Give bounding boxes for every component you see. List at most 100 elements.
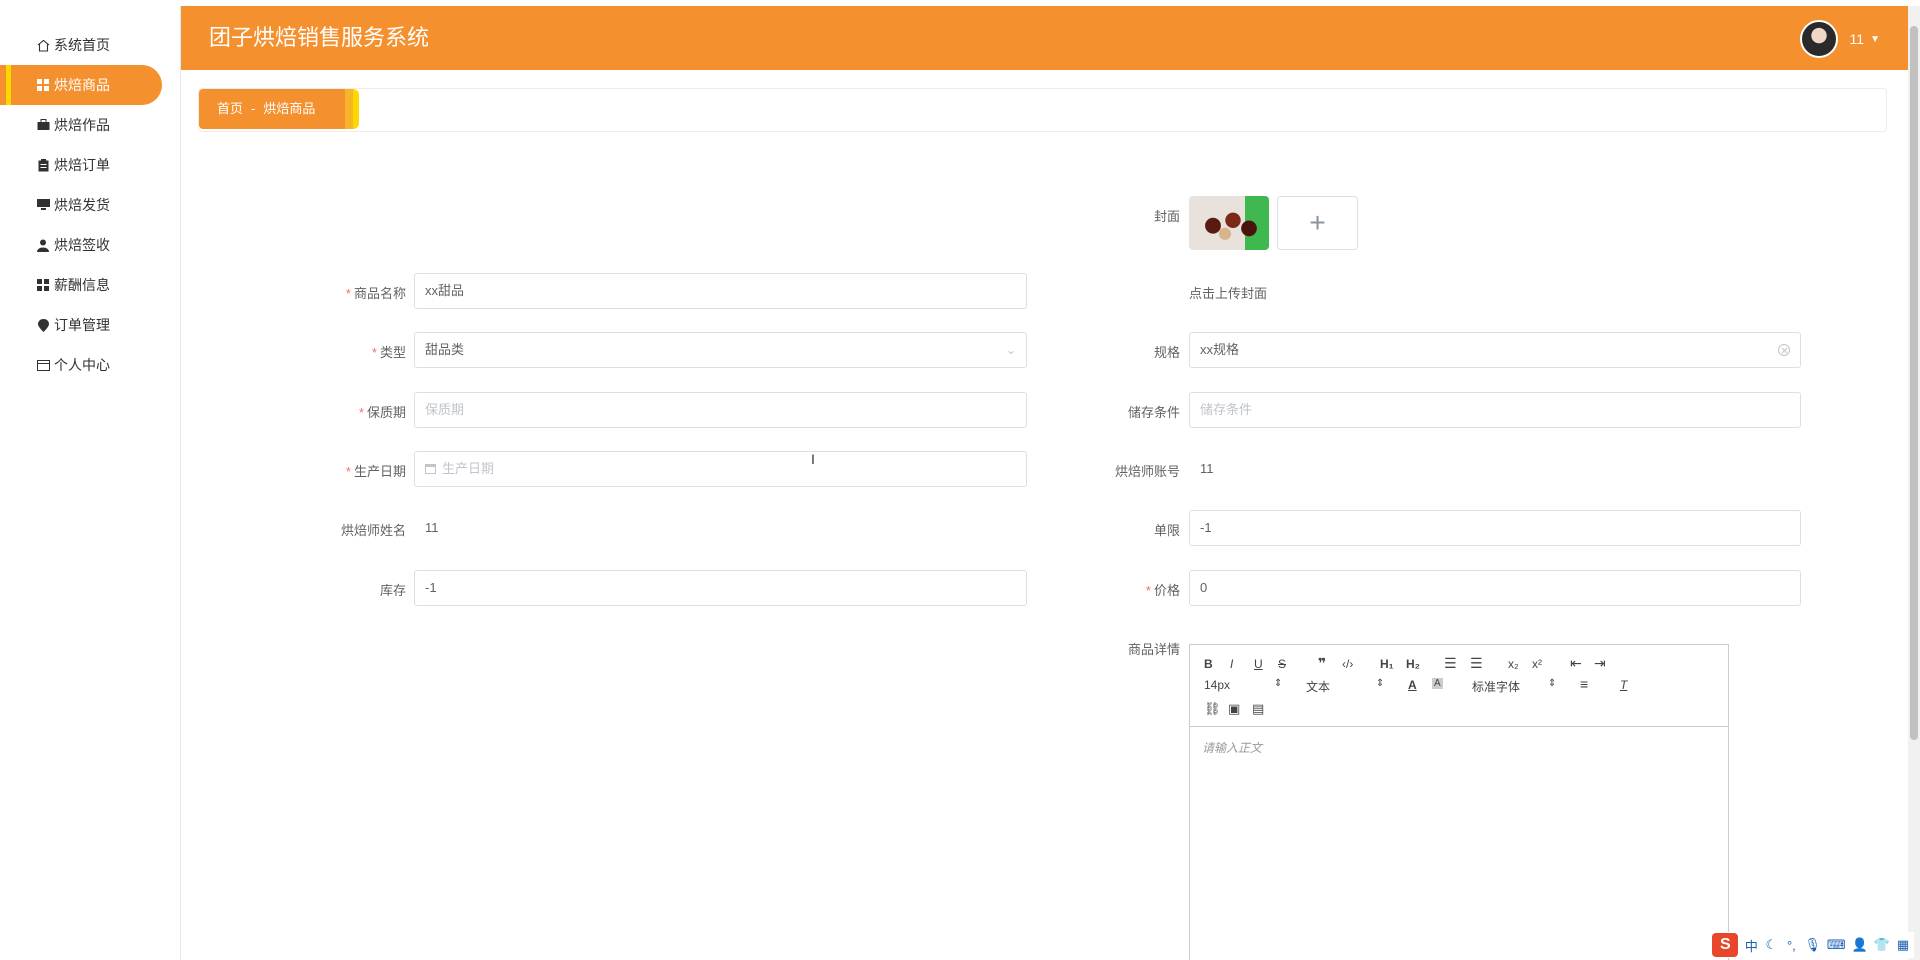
italic-icon[interactable]: I [1230,657,1233,671]
type-label: * 类型 [371,345,406,360]
sidebar-item-shipping[interactable]: 烘焙发货 [0,185,162,225]
sidebar-item-label: 个人中心 [54,357,110,373]
code-icon[interactable]: ‹/› [1342,657,1353,671]
top-header: 团子烘焙销售服务系统 11 ▼ [181,6,1908,70]
ime-toolbar[interactable]: S 中 ☾ °, 🎙 ⌨ 👤 👕 ▦ [1708,932,1914,958]
heading2-icon[interactable]: H₂ [1406,657,1420,671]
user-icon [36,238,50,252]
user-icon[interactable]: 👤 [1852,937,1868,953]
moon-icon[interactable]: ☾ [1764,937,1778,953]
sidebar-item-label: 烘焙发货 [54,197,110,213]
storage-input[interactable]: 储存条件 [1189,392,1801,428]
upload-cover-hint: 点击上传封面 [1189,286,1268,301]
type-select[interactable]: 甜品类 ⌄ [414,332,1027,368]
calendar-icon [425,464,436,474]
upload-cover-button[interactable]: + [1277,196,1358,250]
chevron-down-icon: ⌄ [1005,343,1016,357]
cover-thumbnail[interactable] [1189,196,1269,250]
outdent-icon[interactable]: ⇤ [1570,655,1582,672]
chinese-mode-icon[interactable]: 中 [1744,936,1758,955]
bullet-list-icon[interactable]: ☰ [1470,655,1483,672]
font-size-select[interactable]: 14px [1204,678,1230,692]
text-cursor-icon: I [811,451,815,467]
sogou-logo-icon[interactable]: S [1712,933,1739,957]
clear-format-icon[interactable]: T [1620,678,1627,692]
background-color-icon[interactable]: A [1432,678,1443,689]
breadcrumb-home[interactable]: 首页 [217,101,243,116]
cover-label: 封面 [1153,209,1180,224]
grid-icon [36,78,50,92]
sidebar-item-home[interactable]: 系统首页 [0,25,162,65]
sidebar-item-profile[interactable]: 个人中心 [0,345,162,385]
price-label: * 价格 [1145,583,1180,598]
product-name-input[interactable]: xx甜品 [414,273,1027,309]
breadcrumb: 首页 - 烘焙商品 [199,89,345,129]
video-icon[interactable]: ▤ [1252,701,1264,717]
sidebar: 系统首页 烘焙商品 烘焙作品 烘焙订单 烘焙发货 烘焙签收 薪酬信息 订单管理 … [0,6,181,960]
sidebar-item-label: 烘焙商品 [54,77,110,93]
detail-label: 商品详情 [1127,642,1180,657]
grid-icon[interactable]: ▦ [1896,937,1910,953]
subscript-icon[interactable]: x₂ [1508,657,1519,671]
spec-input[interactable]: xx规格 [1189,332,1801,368]
blockquote-icon[interactable]: ❞ [1318,655,1326,672]
keyboard-icon[interactable]: ⌨ [1827,937,1846,953]
sidebar-item-label: 系统首页 [54,37,110,53]
sidebar-item-works[interactable]: 烘焙作品 [0,105,162,145]
skin-icon[interactable]: 👕 [1874,937,1890,953]
font-color-icon[interactable]: A [1408,678,1417,692]
microphone-icon[interactable]: 🎙 [1804,937,1821,953]
editor-content[interactable]: 请输入正文 [1190,727,1728,768]
font-family-select[interactable]: 标准字体 [1472,678,1520,695]
app-title: 团子烘焙销售服务系统 [209,25,430,50]
name-label: * 商品名称 [345,286,406,301]
monitor-icon [36,198,50,212]
block-type-select[interactable]: 文本 [1306,678,1330,695]
stock-input[interactable]: -1 [414,570,1027,606]
image-icon[interactable]: ▣ [1228,701,1240,717]
caret-down-icon: ▼ [1870,33,1880,45]
heading1-icon[interactable]: H₁ [1380,657,1394,671]
card-icon [36,358,50,372]
type-select-value: 甜品类 [425,342,465,357]
sidebar-item-order-management[interactable]: 订单管理 [0,305,162,345]
baker-account-label: 烘焙师账号 [1114,464,1180,479]
sidebar-item-salary[interactable]: 薪酬信息 [0,265,162,305]
sidebar-item-label: 薪酬信息 [54,277,110,293]
link-icon[interactable]: ⛓ [1204,701,1221,717]
superscript-icon[interactable]: x² [1532,657,1542,671]
user-menu[interactable]: 11 ▼ [1799,20,1880,58]
shelf-life-label: * 保质期 [358,405,406,420]
ordered-list-icon[interactable]: ☰ [1444,655,1457,672]
font-size-arrows-icon: ⇕ [1274,678,1283,689]
align-icon[interactable]: ≡ [1580,676,1588,692]
spec-label: 规格 [1153,345,1180,360]
user-name: 11 [1849,31,1865,47]
shelf-life-input[interactable]: 保质期 [414,392,1027,428]
sidebar-item-products[interactable]: 烘焙商品 [0,65,162,105]
breadcrumb-separator: - [251,101,256,116]
sidebar-item-label: 烘焙订单 [54,157,110,173]
underline-icon[interactable]: U [1254,657,1263,671]
strikethrough-icon[interactable]: S [1278,657,1286,671]
editor-toolbar: B I U S ❞ ‹/› H₁ H₂ ☰ ☰ x₂ x² ⇤ ⇥ 14px ⇕… [1190,645,1728,727]
clear-icon[interactable] [1778,344,1790,356]
bold-icon[interactable]: B [1204,657,1213,671]
plus-icon: + [1309,207,1326,238]
production-date-picker[interactable]: 生产日期 [414,451,1027,487]
rich-text-editor[interactable]: B I U S ❞ ‹/› H₁ H₂ ☰ ☰ x₂ x² ⇤ ⇥ 14px ⇕… [1189,644,1729,960]
scrollbar-thumb[interactable] [1910,26,1918,740]
price-input[interactable]: 0 [1189,570,1801,606]
indent-icon[interactable]: ⇥ [1594,655,1606,672]
punctuation-icon[interactable]: °, [1784,938,1798,953]
baker-name-label: 烘焙师姓名 [340,523,406,538]
sidebar-item-label: 烘焙签收 [54,237,110,253]
production-date-placeholder: 生产日期 [442,461,495,476]
page-scrollbar[interactable] [1908,6,1920,960]
block-type-arrows-icon: ⇕ [1376,678,1385,689]
breadcrumb-bar: 首页 - 烘焙商品 [198,88,1887,132]
grid-icon [36,278,50,292]
sidebar-item-receipt[interactable]: 烘焙签收 [0,225,162,265]
limit-input[interactable]: -1 [1189,510,1801,546]
sidebar-item-orders[interactable]: 烘焙订单 [0,145,162,185]
